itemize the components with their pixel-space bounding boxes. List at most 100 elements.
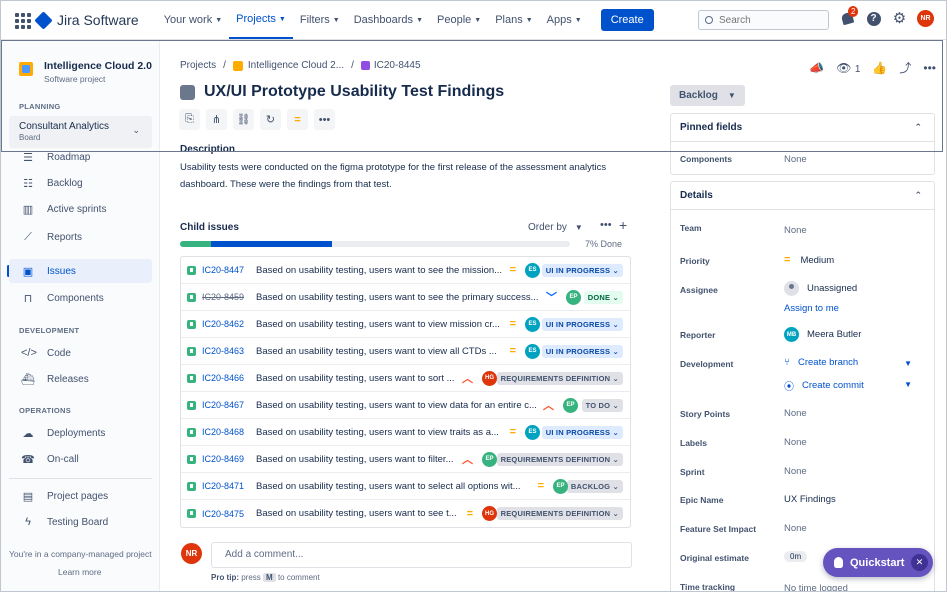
sidebar-item-on-call[interactable]: ☎ On-call bbox=[9, 447, 152, 471]
assignee-avatar[interactable]: HG bbox=[482, 506, 497, 521]
child-issue-row[interactable]: IC20-8447 Based on usability testing, use… bbox=[181, 257, 630, 284]
assignee-avatar[interactable]: HG bbox=[482, 370, 497, 386]
child-issue-summary[interactable]: Based on usability testing, users want t… bbox=[256, 373, 455, 384]
more-icon[interactable]: ••• bbox=[923, 61, 936, 75]
child-issue-key[interactable]: IC20-8469 bbox=[202, 454, 256, 464]
child-issue-summary[interactable]: Based an usability testing, users want t… bbox=[256, 346, 497, 357]
nav-projects[interactable]: Projects ▼ bbox=[229, 1, 293, 39]
sidebar-item-releases[interactable]: ⛴ Releases bbox=[9, 367, 152, 391]
assignee-avatar[interactable]: ES bbox=[525, 262, 540, 278]
nav-filters[interactable]: Filters ▼ bbox=[293, 1, 347, 39]
assignee-avatar[interactable]: EP bbox=[482, 451, 497, 467]
child-issue-row[interactable]: IC20-8462 Based on usability testing, use… bbox=[181, 311, 630, 338]
status-button[interactable]: Backlog ▼ bbox=[670, 85, 745, 106]
link-issue-button[interactable]: ⛓ bbox=[233, 109, 254, 130]
nav-apps[interactable]: Apps ▼ bbox=[540, 1, 589, 39]
create-branch-link[interactable]: ⑂ Create branch bbox=[784, 357, 858, 368]
issue-title[interactable]: UX/UI Prototype Usability Test Findings bbox=[204, 83, 504, 101]
sidebar-item-active-sprints[interactable]: ▥ Active sprints bbox=[9, 197, 152, 221]
quickstart-button[interactable]: Quickstart ✕ bbox=[823, 548, 933, 577]
sidebar-item-backlog[interactable]: ☷ Backlog bbox=[9, 171, 152, 195]
child-issue-summary[interactable]: Based on usability testing, users want t… bbox=[256, 508, 457, 519]
child-issue-key[interactable]: IC20-8462 bbox=[202, 319, 256, 329]
child-issue-row[interactable]: IC20-8475 Based on usability testing, use… bbox=[181, 500, 630, 527]
field-value-reporter[interactable]: MB Meera Butler bbox=[784, 327, 861, 342]
child-more-button[interactable]: ••• bbox=[600, 219, 612, 231]
order-by-button[interactable]: Order by ▼ bbox=[528, 222, 583, 233]
sidebar-item-reports[interactable]: ⟋ Reports bbox=[9, 225, 152, 249]
field-value-original-estimate[interactable]: 0m bbox=[784, 551, 808, 562]
assignee-avatar[interactable]: EP bbox=[563, 397, 578, 413]
assign-to-me-link[interactable]: Assign to me bbox=[784, 303, 839, 314]
search-box[interactable] bbox=[698, 10, 829, 30]
jira-logo[interactable]: Jira Software bbox=[34, 10, 139, 30]
child-issue-row[interactable]: IC20-8469 Based on usability testing, use… bbox=[181, 446, 630, 473]
add-child-issue-button[interactable]: + bbox=[619, 217, 627, 233]
sidebar-item-issues[interactable]: ▣ Issues bbox=[9, 259, 152, 283]
priority-tool-button[interactable]: = bbox=[287, 109, 308, 130]
add-child-button[interactable]: ⋔ bbox=[206, 109, 227, 130]
field-value-time-tracking[interactable]: No time logged bbox=[784, 583, 848, 591]
field-value-priority[interactable]: = Medium bbox=[784, 254, 834, 266]
breadcrumb-project[interactable]: Intelligence Cloud 2... bbox=[232, 60, 344, 71]
thumbs-up-icon[interactable]: 👍 bbox=[872, 61, 887, 75]
nav-your-work[interactable]: Your work ▼ bbox=[157, 1, 229, 39]
child-issue-row[interactable]: IC20-8466 Based on usability testing, use… bbox=[181, 365, 630, 392]
user-avatar[interactable]: NR bbox=[917, 10, 934, 27]
attach-button[interactable]: ⎘ bbox=[179, 109, 200, 130]
child-issue-summary[interactable]: Based on usability testing, users want t… bbox=[256, 427, 499, 438]
assignee-avatar[interactable]: ES bbox=[525, 316, 540, 332]
assignee-avatar[interactable]: ES bbox=[525, 424, 540, 440]
share-icon[interactable]: ⤴ bbox=[899, 59, 911, 76]
breadcrumb-issue-key[interactable]: IC20-8445 bbox=[360, 60, 421, 71]
field-value-story-points[interactable]: None bbox=[784, 408, 807, 419]
details-header[interactable]: Details ⌃ bbox=[671, 182, 934, 210]
child-issue-key[interactable]: IC20-8463 bbox=[202, 346, 256, 356]
settings-button[interactable]: ⚙ bbox=[891, 10, 908, 27]
child-issue-key[interactable]: IC20-8466 bbox=[202, 373, 256, 383]
child-issue-key[interactable]: IC20-8475 bbox=[202, 509, 256, 519]
child-issue-summary[interactable]: Based on usability testing, users want t… bbox=[256, 265, 502, 276]
assignee-avatar[interactable]: EP bbox=[566, 289, 581, 305]
pinned-fields-header[interactable]: Pinned fields ⌃ bbox=[671, 114, 934, 142]
help-button[interactable]: ? bbox=[865, 10, 882, 27]
child-issue-status[interactable]: TO DO ⌄ bbox=[581, 398, 623, 412]
nav-plans[interactable]: Plans ▼ bbox=[488, 1, 539, 39]
board-selector[interactable]: Consultant Analytics Board ⌄ bbox=[9, 116, 152, 148]
breadcrumb-projects[interactable]: Projects bbox=[180, 60, 216, 71]
field-value-sprint[interactable]: None bbox=[784, 466, 807, 477]
child-issue-key[interactable]: IC20-8467 bbox=[202, 400, 256, 410]
child-issue-key[interactable]: IC20-8468 bbox=[202, 427, 256, 437]
assignee-avatar[interactable]: EP bbox=[553, 478, 568, 494]
sidebar-item-deployments[interactable]: ☁ Deployments bbox=[9, 421, 152, 445]
child-issue-status[interactable]: REQUIREMENTS DEFINITION ⌄ bbox=[496, 371, 623, 385]
linked-work-button[interactable]: ↻ bbox=[260, 109, 281, 130]
child-issue-key[interactable]: IC20-8447 bbox=[202, 265, 256, 275]
child-issue-status[interactable]: UI IN PROGRESS ⌄ bbox=[541, 317, 623, 331]
nav-dashboards[interactable]: Dashboards ▼ bbox=[347, 1, 430, 39]
field-value-epic-name[interactable]: UX Findings bbox=[784, 494, 836, 505]
sidebar-item-project-pages[interactable]: ▤ Project pages bbox=[9, 484, 152, 508]
child-issue-summary[interactable]: Based on usability testing, users want t… bbox=[256, 292, 539, 303]
description-text[interactable]: Usability tests were conducted on the fi… bbox=[180, 159, 620, 193]
child-issue-row[interactable]: IC20-8459 Based on usability testing, use… bbox=[181, 284, 630, 311]
field-value-assignee[interactable]: Unassigned bbox=[784, 281, 857, 296]
field-value-components[interactable]: None bbox=[784, 154, 807, 165]
assignee-avatar[interactable]: ES bbox=[525, 343, 540, 359]
child-issue-key[interactable]: IC20-8471 bbox=[202, 481, 256, 491]
sidebar-item-code[interactable]: </> Code bbox=[9, 341, 152, 365]
sidebar-item-roadmap[interactable]: ☰ Roadmap bbox=[9, 145, 152, 169]
watch-button[interactable]: 👁 1 bbox=[836, 61, 860, 75]
child-issue-summary[interactable]: Based on usability testing, users want t… bbox=[256, 454, 454, 465]
comment-input[interactable]: Add a comment... bbox=[211, 542, 632, 568]
project-header[interactable]: Intelligence Cloud 2.0 Software project bbox=[19, 60, 152, 84]
app-switcher-icon[interactable] bbox=[11, 9, 33, 31]
more-actions-button[interactable]: ••• bbox=[314, 109, 335, 130]
child-issue-status[interactable]: DONE ⌄ bbox=[583, 290, 623, 304]
learn-more-link[interactable]: Learn more bbox=[58, 567, 101, 577]
nav-people[interactable]: People ▼ bbox=[430, 1, 488, 39]
child-issue-status[interactable]: REQUIREMENTS DEFINITION ⌄ bbox=[496, 507, 623, 520]
child-issue-row[interactable]: IC20-8471 Based on usability testing, use… bbox=[181, 473, 630, 500]
create-commit-link[interactable]: ⦿ Create commit bbox=[784, 378, 864, 393]
child-issue-summary[interactable]: Based on usability testing, users want t… bbox=[256, 400, 537, 411]
